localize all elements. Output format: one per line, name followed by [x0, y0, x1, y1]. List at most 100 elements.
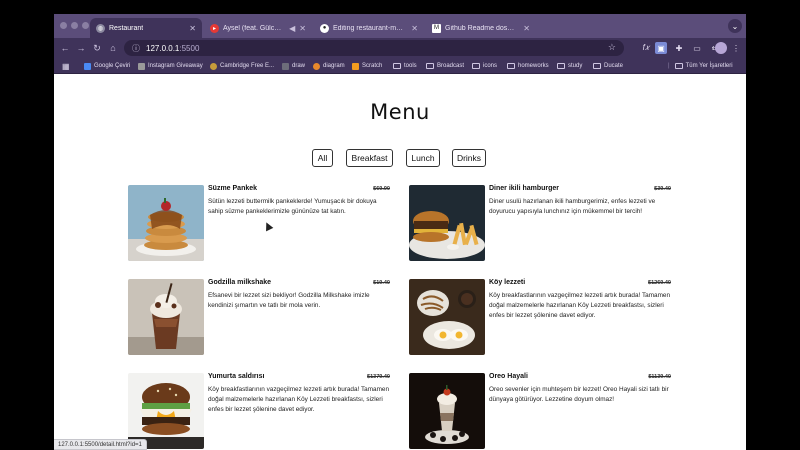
item-price: $39.40 [654, 186, 671, 192]
medium-icon: M [432, 23, 441, 33]
close-icon[interactable]: ✕ [523, 24, 530, 33]
item-description: Diner usulü hazırlanan ikili hamburgerim… [489, 198, 656, 215]
function-icon[interactable]: f𝑥 [640, 42, 652, 54]
item-price: $1269.40 [648, 280, 671, 286]
folder-icon [593, 63, 601, 69]
forward-arrow-icon[interactable]: → [74, 41, 88, 55]
item-price: $1139.40 [648, 374, 671, 380]
burger-fries-photo[interactable] [409, 185, 485, 261]
menu-item[interactable]: Yumurta saldırısı $1379.40 Köy breakfast… [128, 373, 390, 450]
bookmark-draw[interactable]: draw [282, 61, 305, 71]
tab-github-edit[interactable]: ● Editing restaurant-menu/README.md ✕ [314, 18, 424, 38]
menu-item[interactable]: Oreo Hayali $1139.40 Oreo sevenler için … [409, 373, 671, 450]
tab-restaurant[interactable]: ◍ Restaurant ✕ [90, 18, 202, 38]
item-description: Efsanevi bir lezzet sizi bekliyor! Godzi… [208, 292, 370, 309]
menu-item[interactable]: Köy lezzeti $1269.40 Köy breakfastlarını… [409, 279, 671, 359]
menu-item[interactable]: Diner ikili hamburger $39.40 Diner usulü… [409, 185, 671, 265]
maximize-window-dot[interactable] [82, 22, 89, 29]
apps-grid-icon[interactable]: ▦ [62, 61, 70, 71]
item-name: Yumurta saldırısı [208, 373, 265, 380]
close-window-dot[interactable] [60, 22, 67, 29]
tab-github-readme[interactable]: M Github Readme dosyasına g… ✕ [426, 18, 536, 38]
bookmark-all-bookmarks[interactable]: | Tüm Yer İşaretleri [668, 61, 733, 71]
egg-burger-photo[interactable] [128, 373, 204, 449]
item-description: Köy breakfastlarının vazgeçilmez lezzeti… [489, 292, 671, 319]
bookmark-folder-study[interactable]: study [557, 61, 582, 71]
speaker-icon[interactable]: ◀ [289, 24, 295, 33]
draw-icon [282, 62, 289, 70]
item-name: Köy lezzeti [489, 279, 526, 286]
diagram-icon [313, 62, 320, 70]
tab-label: Aysel (feat. Gülce Duru) [223, 24, 283, 32]
item-name: Oreo Hayali [489, 373, 528, 380]
bookmark-star-icon[interactable]: ☆ [608, 42, 616, 53]
menu-item[interactable]: Süzme Pankek $69.90 Sütün lezzeti butter… [128, 185, 390, 265]
bookmark-label: Scratch [362, 63, 383, 69]
bookmark-diagram[interactable]: diagram [313, 61, 345, 71]
item-description: Oreo sevenler için muhteşem bir lezzet! … [489, 386, 669, 403]
category-drinks-button[interactable]: Drinks [452, 149, 486, 167]
bookmark-label: Tüm Yer İşaretleri [685, 63, 733, 69]
github-icon: ● [320, 23, 329, 33]
bookmark-label: Instagram Giveaway [148, 63, 203, 69]
category-breakfast-button[interactable]: Breakfast [346, 149, 393, 167]
folder-icon [557, 63, 565, 69]
pancake-photo[interactable] [128, 185, 204, 261]
avatar[interactable] [715, 42, 727, 54]
bookmark-label: Google Çeviri [94, 63, 131, 69]
bookmark-scratch[interactable]: Scratch [352, 61, 382, 71]
url-port: :5500 [179, 43, 200, 53]
bookmarks-bar: ▦ Google Çeviri Instagram Giveaway Cambr… [54, 58, 746, 74]
bookmark-google-ceviri[interactable]: Google Çeviri [84, 61, 130, 71]
tab-label: Editing restaurant-menu/README.md [333, 24, 405, 32]
extension-icon[interactable]: ✚ [673, 42, 685, 54]
tab-strip: ◍ Restaurant ✕ ▸ Aysel (feat. Gülce Duru… [54, 14, 746, 38]
bookmark-instagram-giveaway[interactable]: Instagram Giveaway [138, 61, 203, 71]
scratch-icon [352, 62, 359, 70]
folder-icon [507, 63, 515, 69]
chevron-down-icon[interactable]: ⌄ [728, 19, 742, 33]
item-price: $19.40 [373, 280, 390, 286]
bookmark-label: icons [483, 63, 498, 69]
bookmark-folder-broadcast[interactable]: Broadcast [426, 61, 464, 71]
minimize-window-dot[interactable] [71, 22, 78, 29]
tab-youtube[interactable]: ▸ Aysel (feat. Gülce Duru) ◀ ✕ [204, 18, 312, 38]
reload-icon[interactable]: ↻ [90, 41, 104, 55]
extension-badge-icon[interactable]: ▣ [655, 42, 667, 54]
status-bar: 127.0.0.1:5500/detail.html?id=1 [54, 439, 147, 450]
bookmark-folder-tools[interactable]: tools [393, 61, 417, 71]
category-lunch-button[interactable]: Lunch [406, 149, 440, 167]
village-breakfast-photo[interactable] [409, 279, 485, 355]
item-name: Diner ikili hamburger [489, 185, 560, 192]
folder-icon [472, 63, 480, 69]
close-icon[interactable]: ✕ [299, 24, 306, 33]
oreo-shake-photo[interactable] [409, 373, 485, 449]
milkshake-photo[interactable] [128, 279, 204, 355]
page-content: Menu All Breakfast Lunch Drinks Süzme Pa… [54, 74, 746, 450]
site-info-icon[interactable]: ⓘ [132, 43, 140, 54]
kebab-menu-icon[interactable]: ⋮ [730, 42, 742, 54]
bookmark-folder-homeworks[interactable]: homeworks [507, 61, 549, 71]
back-arrow-icon[interactable]: ← [58, 41, 72, 55]
bookmark-folder-icons[interactable]: icons [472, 61, 497, 71]
item-description: Köy breakfastlarının vazgeçilmez lezzeti… [208, 386, 390, 413]
item-name: Süzme Pankek [208, 185, 258, 192]
globe-icon: ◍ [96, 23, 105, 33]
bookmark-label: diagram [323, 63, 345, 69]
close-icon[interactable]: ✕ [189, 24, 196, 33]
sidebar-icon[interactable]: ▭ [691, 42, 703, 54]
bookmark-cambridge[interactable]: Cambridge Free E... [210, 61, 274, 71]
bookmark-folder-ducate[interactable]: Ducate [593, 61, 623, 71]
home-icon[interactable]: ⌂ [106, 41, 120, 55]
item-name: Godzilla milkshake [208, 279, 272, 286]
category-all-button[interactable]: All [312, 149, 333, 167]
cambridge-icon [210, 62, 217, 70]
menu-item[interactable]: Godzilla milkshake $19.40 Efsanevi bir l… [128, 279, 390, 359]
item-price: $1379.40 [367, 374, 390, 380]
address-bar[interactable]: ⓘ 127.0.0.1 :5500 ☆ [124, 40, 624, 56]
folder-icon [426, 63, 434, 69]
bookmark-label: study [568, 63, 583, 69]
page-title: Menu [370, 100, 430, 124]
close-icon[interactable]: ✕ [411, 24, 418, 33]
item-price: $69.90 [373, 186, 390, 192]
